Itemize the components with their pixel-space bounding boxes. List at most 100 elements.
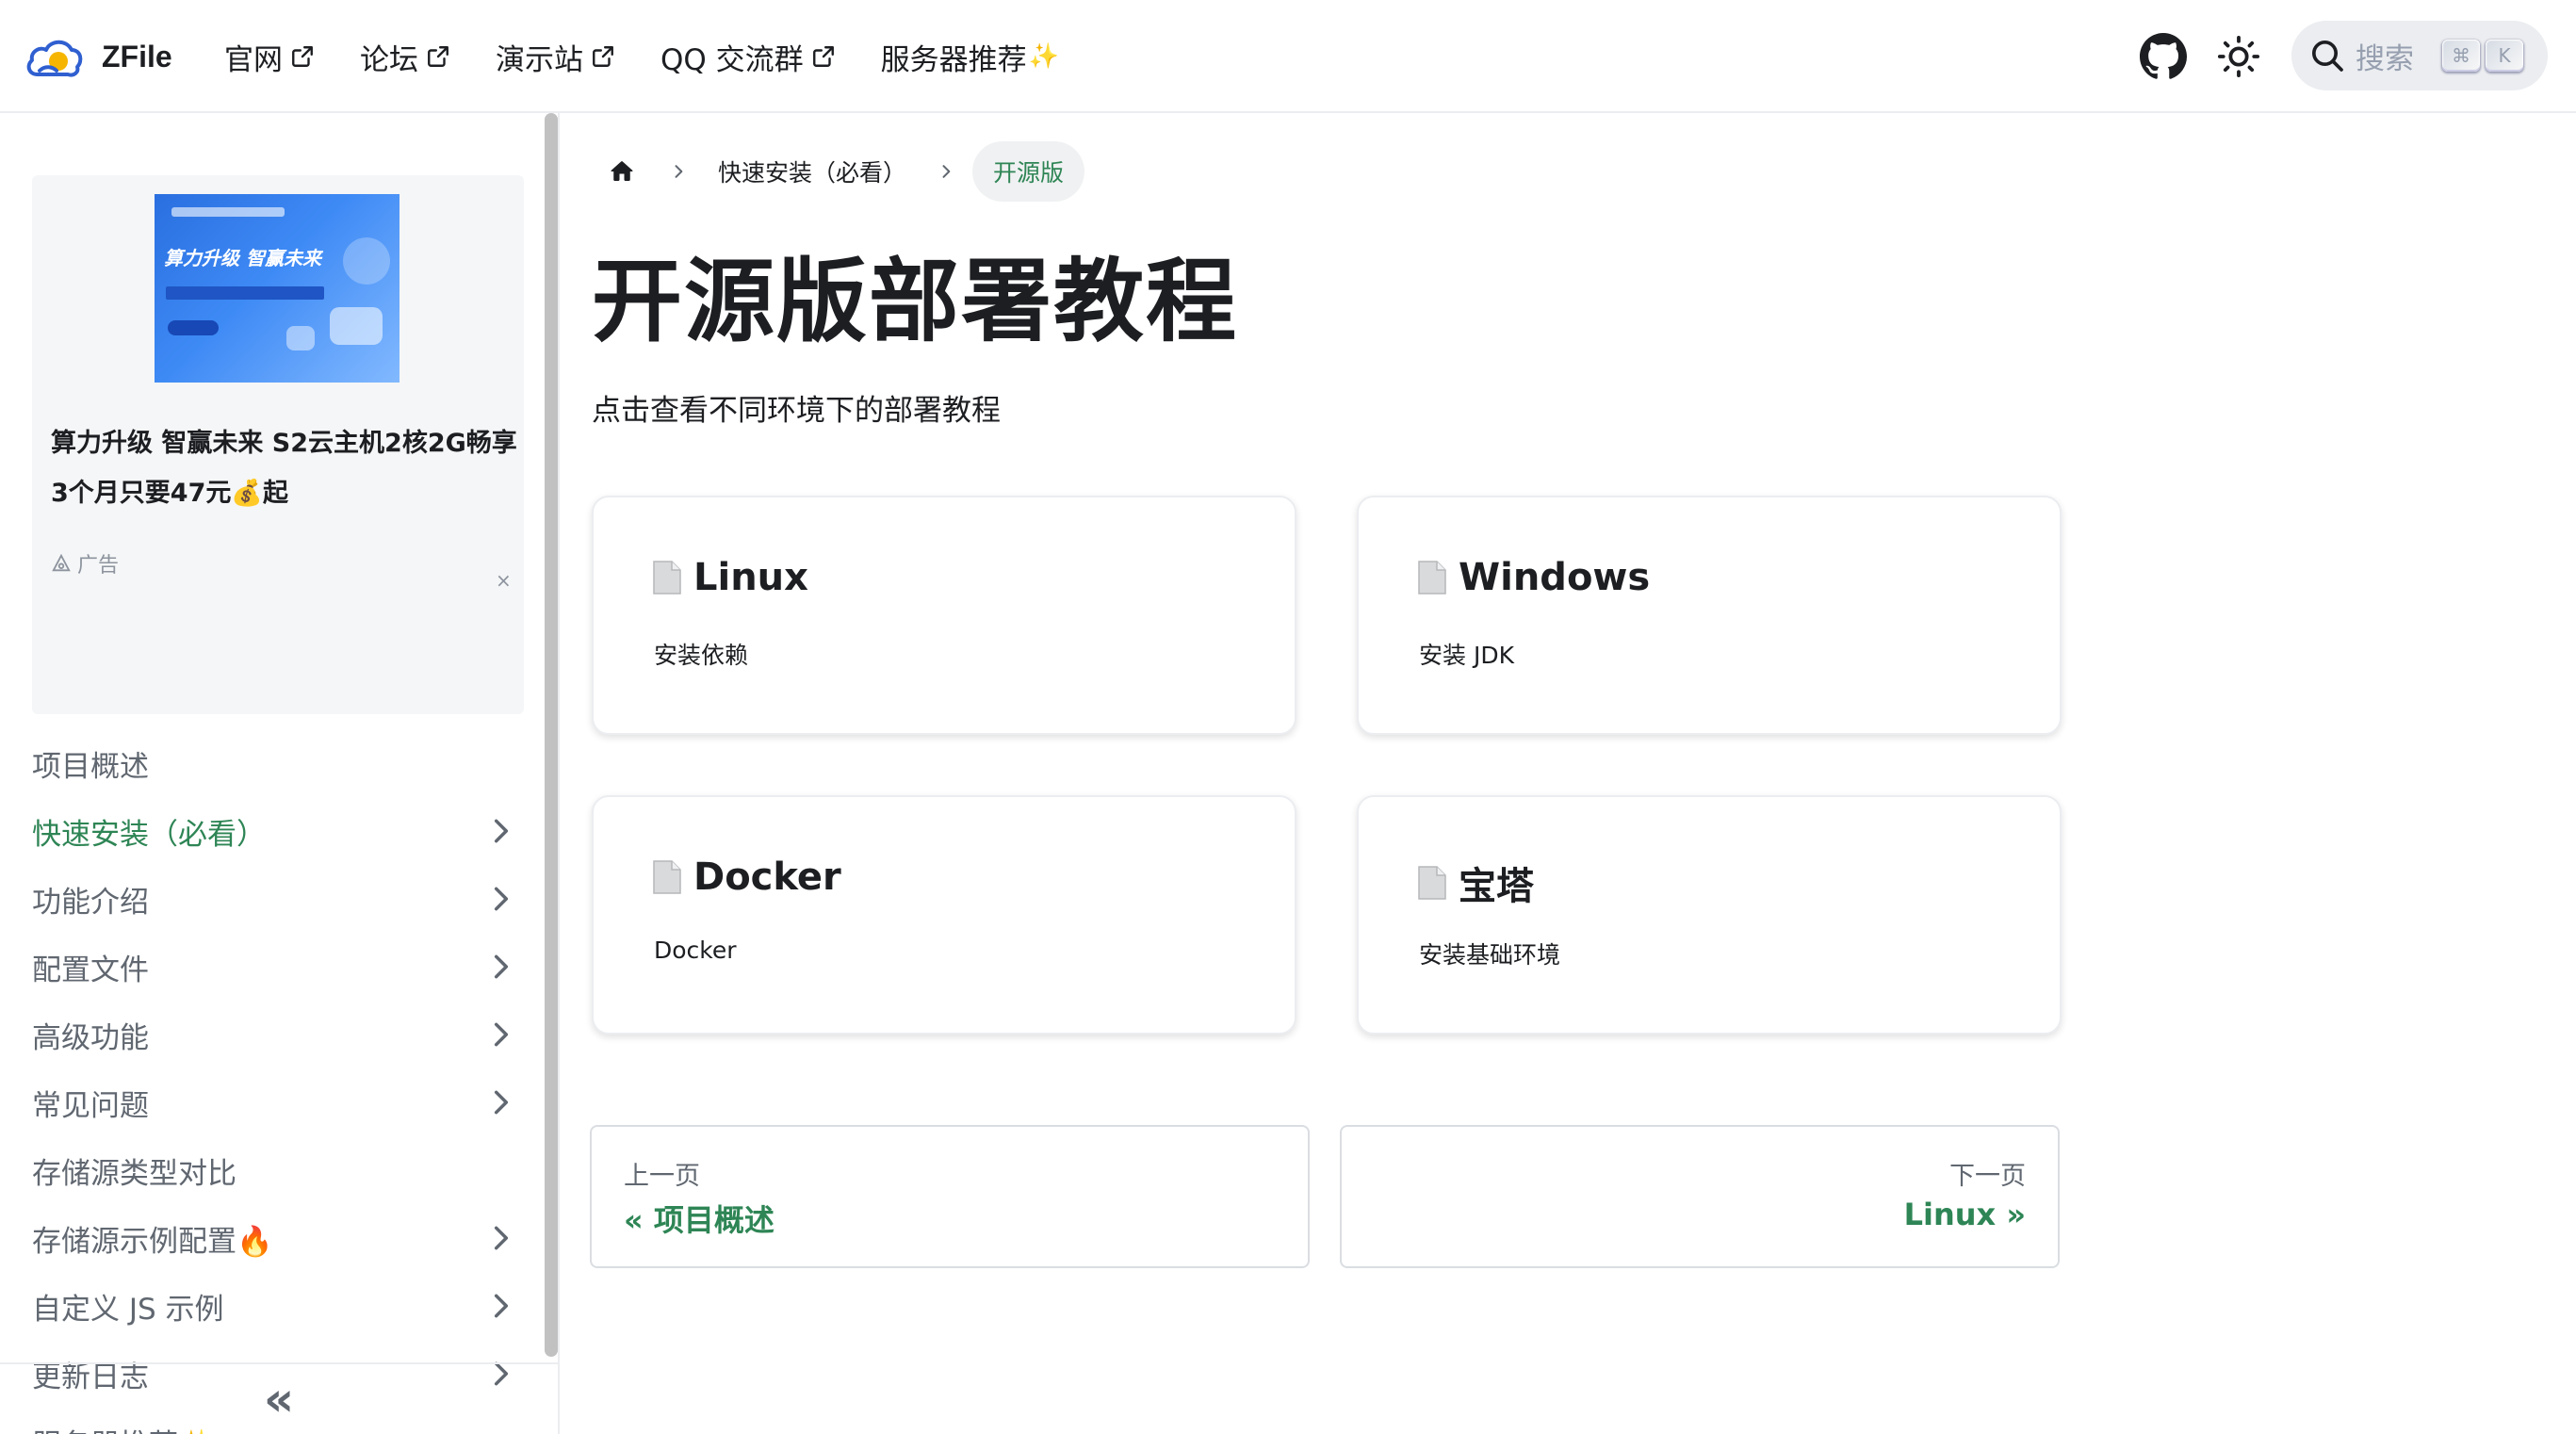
sidebar-item-advanced[interactable]: 高级功能 (0, 1001, 528, 1068)
sidebar-item-faq[interactable]: 常见问题 (0, 1068, 528, 1136)
theme-toggle-button[interactable] (2212, 30, 2265, 83)
ad-icon (52, 553, 71, 572)
ad-text[interactable]: 算力升级 智赢未来 S2云主机2核2G畅享3个月只要47元💰起 (51, 418, 522, 518)
breadcrumb-quick-install[interactable]: 快速安装（必看） (705, 141, 920, 202)
pagination-prev-label: « 项目概述 (624, 1202, 774, 1238)
main-content: 快速安装（必看） 开源版 开源版部署教程 点击查看不同环境下的部署教程 Linu… (560, 113, 2576, 1434)
chevron-right-icon[interactable] (486, 952, 516, 982)
card-title: 宝塔 (1417, 856, 1534, 910)
github-link[interactable] (2137, 30, 2190, 83)
sidebar-item-label: 快速安装（必看） (32, 817, 266, 852)
ad-banner-tagline (166, 286, 324, 300)
card-description: 安装 JDK (1419, 642, 1514, 669)
nav-link-label: 论坛 (360, 42, 418, 77)
sidebar-item-custom-js[interactable]: 自定义 JS 示例 (0, 1272, 528, 1340)
chevron-right-icon[interactable] (486, 1019, 516, 1050)
document-icon (1418, 866, 1446, 900)
ad-label: 广告 (51, 548, 119, 578)
ad-banner-decoration (330, 307, 383, 345)
brand-link[interactable]: ZFile (24, 28, 172, 85)
sidebar-item-config[interactable]: 配置文件 (0, 933, 528, 1001)
ad-banner-cta (168, 320, 219, 335)
chevron-right-icon (920, 162, 972, 181)
chevron-right-icon[interactable] (486, 816, 516, 846)
card-description: Docker (654, 937, 737, 964)
sidebar-item-label: 常见问题 (32, 1088, 149, 1123)
sparkle-icon: ✨ (1028, 42, 1060, 71)
ad-banner-headline: 算力升级 智赢未来 (164, 247, 321, 269)
breadcrumb-home[interactable] (592, 141, 652, 202)
document-icon (653, 561, 681, 595)
chevron-right-icon[interactable] (486, 1087, 516, 1117)
chevron-right-icon (652, 162, 705, 181)
nav-link-official-site[interactable]: 官网 (224, 36, 315, 78)
cloud-logo-icon (26, 40, 83, 77)
nav-link-server-recommend[interactable]: 服务器推荐 ✨ (881, 36, 1059, 78)
nav-link-forum[interactable]: 论坛 (360, 36, 450, 78)
sidebar-item-label: 存储源类型对比 (32, 1156, 236, 1191)
pagination-prev[interactable]: 上一页 « 项目概述 (590, 1125, 1310, 1268)
doc-card-windows[interactable]: Windows 安装 JDK (1357, 496, 2062, 735)
nav-links: 官网 论坛 演示站 QQ 交流群 服务器推荐 ✨ (224, 28, 1104, 85)
nav-link-label: 官网 (224, 42, 283, 77)
card-title-text: Windows (1459, 556, 1651, 599)
search-button[interactable]: 搜索 ⌘ K (2291, 21, 2548, 90)
card-description: 安装基础环境 (1419, 941, 1561, 969)
document-icon (1418, 561, 1446, 595)
nav-link-label: 演示站 (496, 42, 583, 77)
doc-card-docker[interactable]: Docker Docker (592, 795, 1296, 1035)
sidebar-item-features[interactable]: 功能介绍 (0, 865, 528, 933)
page-title: 开源版部署教程 (592, 249, 1238, 354)
brand-name: ZFile (102, 39, 172, 73)
github-icon (2140, 33, 2187, 79)
pagination-prev-sub: 上一页 (624, 1162, 700, 1191)
external-link-icon (292, 46, 313, 67)
ad-close-icon[interactable]: × (496, 569, 512, 592)
sponsor-ad[interactable]: 算力升级 智赢未来 算力升级 智赢未来 S2云主机2核2G畅享3个月只要47元💰… (32, 175, 524, 714)
sidebar-menu: 项目概述 快速安装（必看） 功能介绍 配置文件 高级功能 常见问题 存储源类型对… (0, 729, 528, 1434)
home-icon (611, 161, 633, 181)
sidebar-item-label: 项目概述 (32, 749, 149, 784)
document-icon (653, 860, 681, 894)
chevron-right-icon[interactable] (486, 1223, 516, 1253)
pagination-next-label: Linux » (1903, 1197, 2026, 1232)
sidebar-item-quick-install[interactable]: 快速安装（必看） (0, 797, 528, 865)
card-title: Linux (652, 556, 808, 599)
collapse-sidebar-button[interactable]: « (0, 1362, 558, 1434)
page-description: 点击查看不同环境下的部署教程 (592, 394, 1001, 428)
pagination-next[interactable]: 下一页 Linux » (1340, 1125, 2060, 1268)
sidebar-item-overview[interactable]: 项目概述 (0, 729, 528, 797)
ad-banner-decoration (286, 326, 315, 350)
ad-banner-image[interactable]: 算力升级 智赢未来 (155, 194, 399, 383)
search-icon (2312, 41, 2343, 72)
doc-card-baota[interactable]: 宝塔 安装基础环境 (1357, 795, 2062, 1035)
card-title-text: Linux (693, 556, 808, 599)
ad-banner-decoration (343, 237, 390, 285)
nav-link-label: QQ 交流群 (660, 42, 804, 77)
sidebar-item-storage-examples[interactable]: 存储源示例配置🔥 (0, 1204, 528, 1272)
card-title: Docker (652, 856, 841, 899)
sidebar-scrollbar[interactable] (545, 113, 558, 1357)
search-shortcut: ⌘ K (2437, 40, 2523, 72)
card-description: 安装依赖 (654, 642, 749, 669)
nav-link-qq-group[interactable]: QQ 交流群 (660, 36, 836, 78)
card-title-text: 宝塔 (1459, 865, 1534, 908)
card-title: Windows (1417, 556, 1650, 599)
sidebar-item-storage-compare[interactable]: 存储源类型对比 (0, 1136, 528, 1204)
chevron-right-icon[interactable] (486, 884, 516, 914)
double-chevron-left-icon: « (263, 1372, 295, 1426)
ad-banner-logos (171, 207, 285, 217)
nav-link-label: 服务器推荐 (880, 42, 1027, 77)
pagination-next-sub: 下一页 (1949, 1162, 2026, 1191)
external-link-icon (593, 46, 613, 67)
breadcrumb: 快速安装（必看） 开源版 (592, 141, 1085, 202)
breadcrumb-current: 开源版 (972, 141, 1085, 202)
docs-sidebar: 算力升级 智赢未来 算力升级 智赢未来 S2云主机2核2G畅享3个月只要47元💰… (0, 113, 560, 1434)
doc-card-linux[interactable]: Linux 安装依赖 (592, 496, 1296, 735)
sidebar-item-label: 配置文件 (32, 953, 149, 987)
sidebar-item-label: 高级功能 (32, 1020, 149, 1055)
nav-link-demo[interactable]: 演示站 (496, 36, 615, 78)
chevron-right-icon[interactable] (486, 1291, 516, 1321)
sidebar-item-label: 自定义 JS 示例 (32, 1292, 224, 1327)
command-key: ⌘ (2442, 40, 2480, 72)
